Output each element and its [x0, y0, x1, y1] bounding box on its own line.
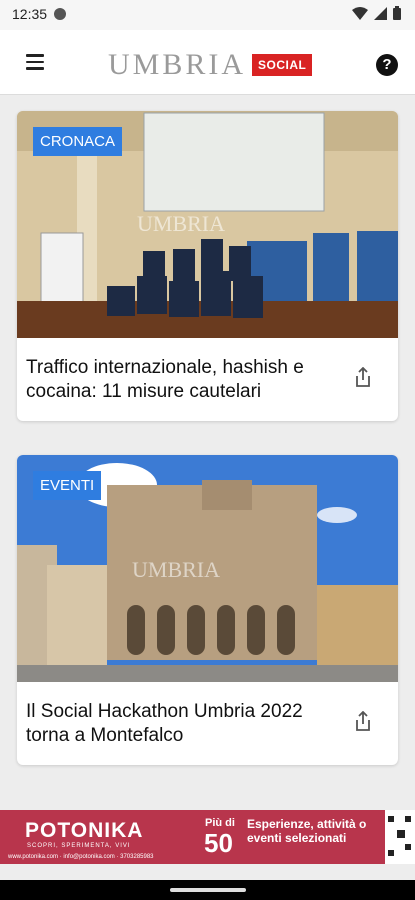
article-card[interactable]: UMBRIA CRONACA Traffico internazionale, …: [17, 111, 398, 421]
battery-icon: [393, 6, 401, 20]
svg-text:UMBRIA: UMBRIA: [137, 211, 225, 236]
menu-icon[interactable]: [26, 54, 44, 70]
ad-contact: www.potonika.com · info@potonika.com · 3…: [8, 854, 154, 860]
status-time: 12:35: [12, 6, 48, 22]
signal-icon: [374, 6, 387, 20]
wifi-icon: [352, 6, 368, 20]
article-photo[interactable]: UMBRIA CRONACA: [17, 111, 398, 338]
ad-brand: POTONIKA: [25, 819, 144, 842]
article-card[interactable]: UMBRIA EVENTI Il Social Hackathon Umbria…: [17, 455, 398, 765]
qr-code-icon: [385, 810, 415, 864]
share-icon[interactable]: [354, 367, 372, 387]
ad-banner[interactable]: POTONIKA SCOPRI, SPERIMENTA, VIVI www.po…: [0, 810, 415, 864]
logo-badge: SOCIAL: [252, 54, 313, 76]
navigation-bar: [0, 880, 415, 900]
home-gesture-handle[interactable]: [170, 888, 246, 892]
category-badge: EVENTI: [33, 471, 102, 500]
article-title[interactable]: Il Social Hackathon Umbria 2022 torna a …: [26, 700, 326, 748]
notification-icon: [54, 8, 66, 20]
help-icon[interactable]: ?: [376, 54, 398, 76]
category-badge: CRONACA: [33, 127, 123, 156]
status-bar: 12:35: [0, 0, 415, 30]
logo-text: UMBRIA: [108, 48, 247, 81]
svg-text:UMBRIA: UMBRIA: [132, 557, 220, 582]
article-photo[interactable]: UMBRIA EVENTI: [17, 455, 398, 682]
article-title[interactable]: Traffico internazionale, hashish e cocai…: [26, 356, 326, 404]
app-bar: UMBRIA SOCIAL ?: [0, 30, 415, 95]
share-icon[interactable]: [354, 711, 372, 731]
ad-number: 50: [204, 828, 233, 858]
ad-tagline: SCOPRI, SPERIMENTA, VIVI: [27, 843, 131, 849]
ad-description: Esperienze, attività o eventi selezionat…: [247, 817, 367, 845]
app-logo[interactable]: UMBRIA SOCIAL: [108, 48, 313, 81]
